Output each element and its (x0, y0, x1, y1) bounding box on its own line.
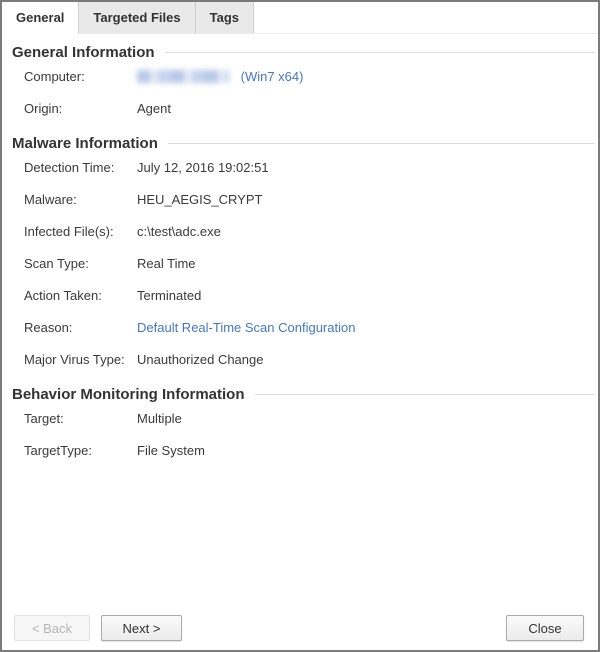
section-title: Behavior Monitoring Information (12, 386, 245, 403)
row-scan-type: Scan Type: Real Time (12, 256, 598, 272)
malware-value: HEU_AEGIS_CRYPT (137, 192, 598, 208)
detection-time-value: July 12, 2016 19:02:51 (137, 160, 598, 176)
tab-bar-filler (254, 2, 598, 33)
row-detection-time: Detection Time: July 12, 2016 19:02:51 (12, 160, 598, 176)
section-header-general-information: General Information (12, 42, 598, 62)
computer-name-redacted[interactable] (137, 70, 229, 83)
scan-type-value: Real Time (137, 256, 598, 272)
back-button[interactable]: < Back (14, 615, 90, 641)
detection-time-label: Detection Time: (24, 160, 137, 176)
reason-value: Default Real-Time Scan Configuration (137, 320, 598, 336)
section-divider-line (255, 394, 596, 395)
row-major-virus-type: Major Virus Type: Unauthorized Change (12, 352, 598, 368)
malware-label: Malware: (24, 192, 137, 208)
reason-label: Reason: (24, 320, 137, 336)
row-malware: Malware: HEU_AEGIS_CRYPT (12, 192, 598, 208)
row-reason: Reason: Default Real-Time Scan Configura… (12, 320, 598, 336)
next-button[interactable]: Next > (101, 615, 182, 641)
malware-detail-dialog: General Targeted Files Tags General Info… (0, 0, 600, 652)
tab-bar: General Targeted Files Tags (2, 2, 598, 34)
row-target-type: TargetType: File System (12, 443, 598, 459)
computer-label: Computer: (24, 69, 137, 85)
row-computer: Computer: (Win7 x64) (12, 69, 598, 85)
section-title: General Information (12, 44, 155, 61)
behavior-monitoring-rows: Target: Multiple TargetType: File System (12, 411, 598, 459)
section-divider-line (165, 52, 595, 53)
origin-label: Origin: (24, 101, 137, 117)
computer-os-link[interactable]: (Win7 x64) (241, 69, 304, 84)
tab-general[interactable]: General (2, 2, 79, 34)
row-origin: Origin: Agent (12, 101, 598, 117)
infected-files-label: Infected File(s): (24, 224, 137, 240)
target-type-label: TargetType: (24, 443, 137, 459)
target-label: Target: (24, 411, 137, 427)
section-header-behavior-monitoring: Behavior Monitoring Information (12, 384, 598, 404)
major-virus-type-value: Unauthorized Change (137, 352, 598, 368)
section-header-malware-information: Malware Information (12, 133, 598, 153)
section-title: Malware Information (12, 135, 158, 152)
general-information-rows: Computer: (Win7 x64) Origin: Agent (12, 69, 598, 117)
row-infected-files: Infected File(s): c:\test\adc.exe (12, 224, 598, 240)
tab-tags[interactable]: Tags (196, 2, 254, 33)
row-action-taken: Action Taken: Terminated (12, 288, 598, 304)
general-tab-content: General Information Computer: (Win7 x64)… (2, 34, 598, 459)
action-taken-label: Action Taken: (24, 288, 137, 304)
major-virus-type-label: Major Virus Type: (24, 352, 137, 368)
target-value: Multiple (137, 411, 598, 427)
action-taken-value: Terminated (137, 288, 598, 304)
row-target: Target: Multiple (12, 411, 598, 427)
computer-value: (Win7 x64) (137, 69, 598, 85)
infected-files-value: c:\test\adc.exe (137, 224, 598, 240)
origin-value: Agent (137, 101, 598, 117)
reason-link[interactable]: Default Real-Time Scan Configuration (137, 320, 355, 335)
malware-information-rows: Detection Time: July 12, 2016 19:02:51 M… (12, 160, 598, 368)
target-type-value: File System (137, 443, 598, 459)
close-button[interactable]: Close (506, 615, 584, 641)
tab-targeted-files[interactable]: Targeted Files (79, 2, 195, 33)
section-divider-line (168, 143, 595, 144)
scan-type-label: Scan Type: (24, 256, 137, 272)
